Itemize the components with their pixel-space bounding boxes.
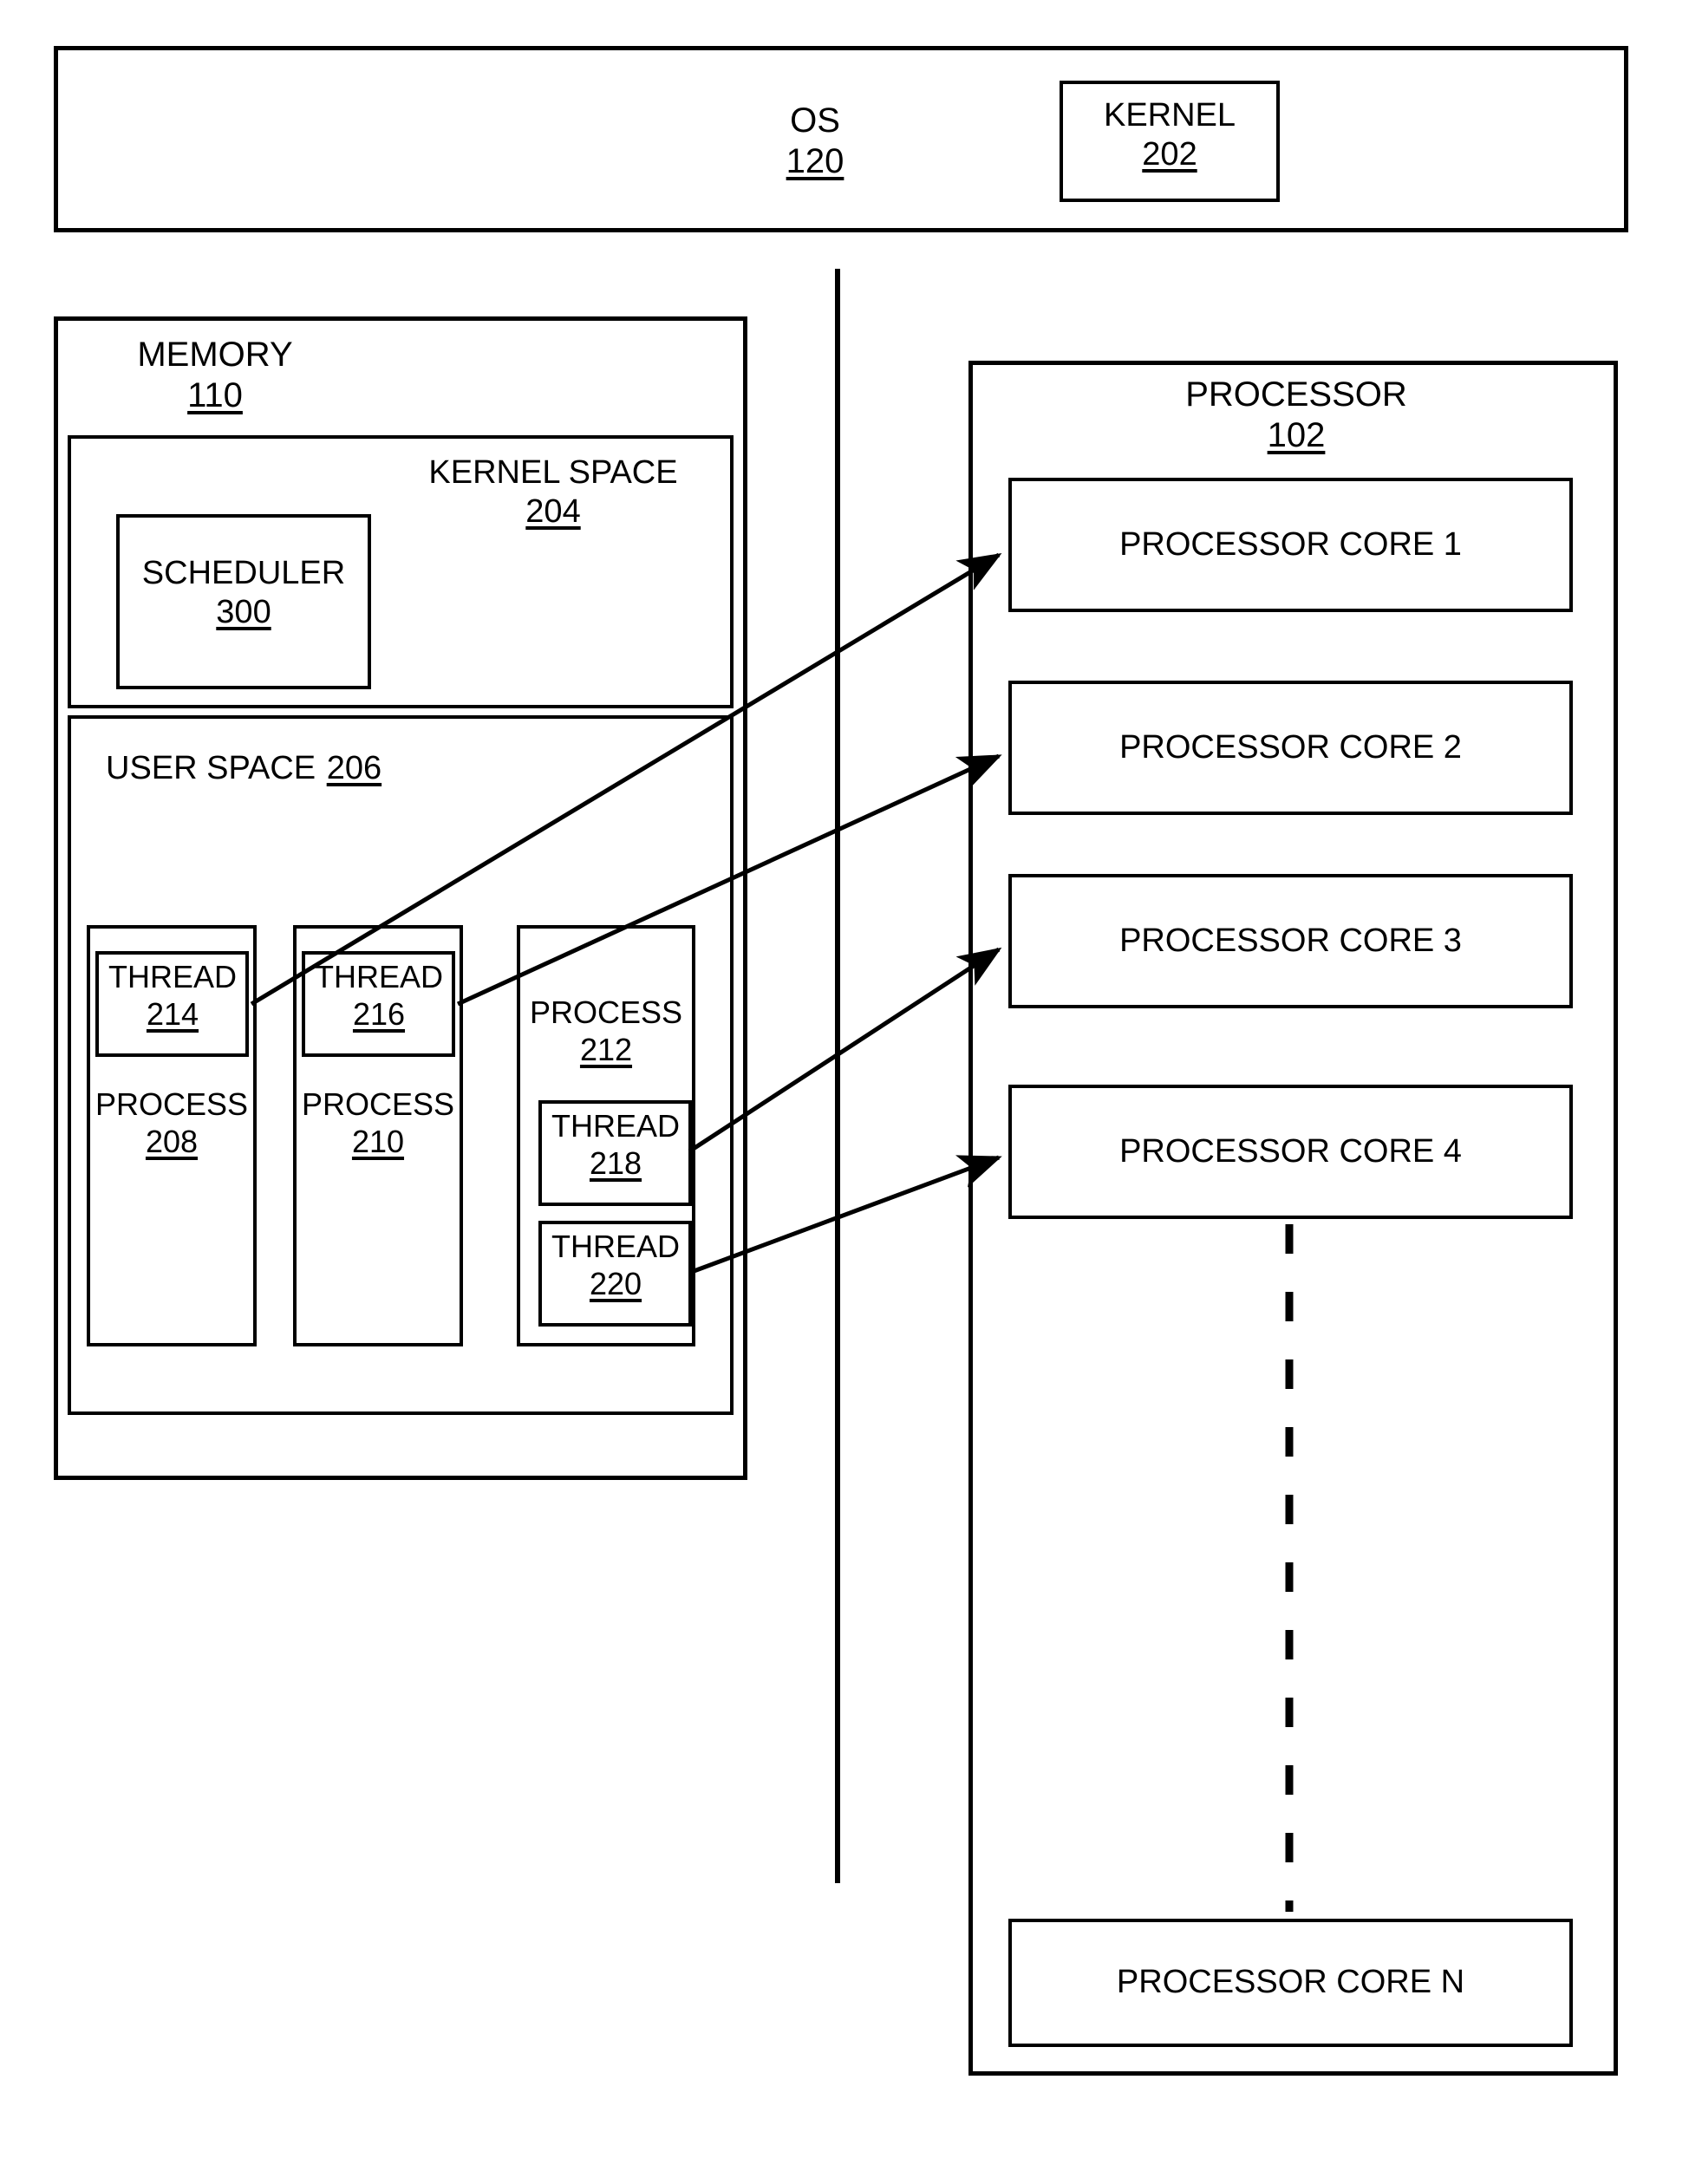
process-label-212: PROCESS 212 [517, 994, 695, 1067]
process-ref-208: 208 [145, 1123, 199, 1159]
processor-core-n-label: PROCESSOR CORE N [1116, 1964, 1465, 2000]
memory-block-ref: 110 [187, 376, 243, 415]
thread-title-220: THREAD [551, 1229, 680, 1264]
user-space-title: USER SPACE [106, 750, 316, 786]
process-label-208: PROCESS 208 [87, 1086, 257, 1159]
thread-label-218: THREAD 218 [534, 1108, 697, 1181]
thread-title-216: THREAD [314, 959, 443, 994]
kernel-block-ref: 202 [1142, 136, 1197, 173]
process-title-212: PROCESS [529, 994, 683, 1030]
thread-ref-220: 220 [589, 1265, 642, 1301]
process-ref-210: 210 [351, 1123, 405, 1159]
scheduler-ref: 300 [216, 594, 271, 631]
process-title-210: PROCESS [301, 1086, 455, 1122]
processor-core-1-label: PROCESSOR CORE 1 [1119, 526, 1462, 563]
thread-label-216: THREAD 216 [297, 959, 460, 1032]
thread-title-218: THREAD [551, 1108, 680, 1144]
os-block-label: OS 120 [746, 101, 884, 181]
kernel-space-title: KERNEL SPACE [428, 454, 678, 491]
thread-ref-214: 214 [146, 995, 199, 1032]
kernel-block-label: KERNEL 202 [1060, 97, 1280, 173]
os-block-title: OS [790, 101, 840, 140]
memory-block-label: MEMORY 110 [94, 336, 336, 414]
kernel-space-ref: 204 [525, 493, 581, 531]
thread-label-214: THREAD 214 [91, 959, 254, 1032]
thread-ref-218: 218 [589, 1144, 642, 1181]
process-ref-212: 212 [579, 1031, 633, 1067]
processor-block-label: PROCESSOR 102 [1153, 375, 1439, 455]
figure-canvas: OS 120 KERNEL 202 MEMORY 110 KERNEL SPAC… [0, 0, 1689, 2184]
process-label-210: PROCESS 210 [293, 1086, 463, 1159]
os-block-ref: 120 [786, 142, 844, 181]
kernel-space-label: KERNEL SPACE 204 [397, 454, 709, 531]
thread-ref-216: 216 [352, 995, 406, 1032]
user-space-ref: 206 [326, 750, 382, 786]
process-title-208: PROCESS [95, 1086, 249, 1122]
processor-core-4-label: PROCESSOR CORE 4 [1119, 1133, 1462, 1170]
processor-core-2-label: PROCESSOR CORE 2 [1119, 729, 1462, 766]
processor-core-3-label: PROCESSOR CORE 3 [1119, 922, 1462, 959]
processor-block-title: PROCESSOR [1185, 375, 1407, 414]
scheduler-title: SCHEDULER [141, 555, 346, 591]
thread-label-220: THREAD 220 [534, 1229, 697, 1301]
memory-block-title: MEMORY [137, 336, 293, 374]
thread-title-214: THREAD [108, 959, 237, 994]
kernel-block-title: KERNEL [1103, 97, 1236, 134]
scheduler-label: SCHEDULER 300 [116, 555, 371, 631]
user-space-label: USER SPACE 206 [106, 747, 381, 786]
vertical-divider-line [835, 269, 840, 1883]
processor-block-ref: 102 [1267, 416, 1326, 455]
